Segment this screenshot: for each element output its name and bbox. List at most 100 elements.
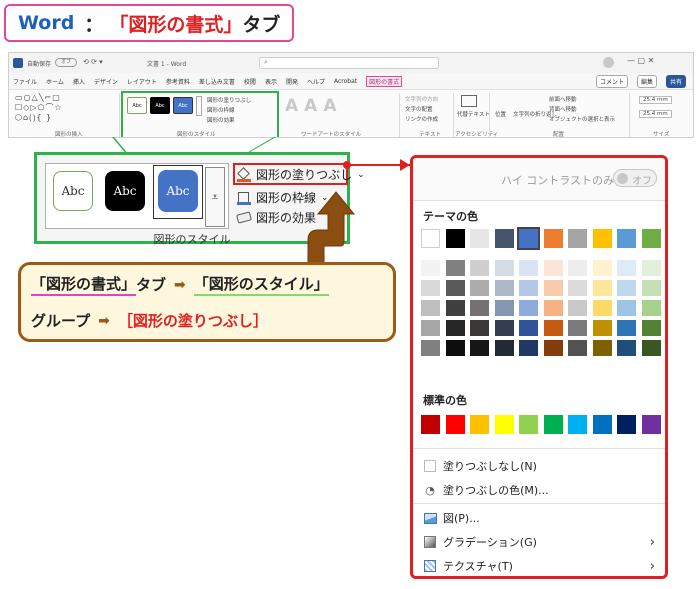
tab-view[interactable]: 表示 (265, 77, 277, 86)
theme-shade-swatch[interactable] (445, 260, 465, 276)
theme-shade-swatch[interactable] (592, 340, 612, 356)
theme-shade-swatch[interactable] (568, 280, 587, 296)
search-input[interactable]: ⌕ (259, 57, 439, 69)
theme-shade-swatch[interactable] (519, 340, 538, 356)
theme-shade-swatch[interactable] (421, 300, 440, 316)
theme-color-swatch[interactable] (421, 229, 440, 248)
theme-shade-swatch[interactable] (568, 320, 587, 336)
theme-shade-swatch[interactable] (470, 340, 489, 356)
tab-developer[interactable]: 開発 (286, 77, 298, 86)
quick-access-icons[interactable]: ⟲ ⟳ ▾ (83, 58, 103, 66)
tab-file[interactable]: ファイル (13, 77, 37, 86)
ribbon-fill-cmd[interactable]: 図形の塗りつぶし (207, 96, 251, 104)
standard-color-swatch[interactable] (470, 415, 489, 434)
theme-shade-swatch[interactable] (568, 260, 587, 276)
standard-color-swatch[interactable] (592, 415, 612, 434)
wordart-gallery[interactable]: AAA (285, 96, 342, 116)
tab-references[interactable]: 参考資料 (166, 77, 190, 86)
height-field[interactable]: 25.4 mm (639, 96, 672, 104)
theme-shade-swatch[interactable] (494, 320, 514, 336)
theme-shade-swatch[interactable] (494, 300, 514, 316)
standard-color-swatch[interactable] (494, 415, 514, 434)
theme-shade-swatch[interactable] (641, 280, 661, 296)
high-contrast-toggle[interactable]: オフ (613, 169, 657, 187)
gallery-expand-button[interactable]: ⩡ (205, 167, 225, 227)
tab-shape-format[interactable]: 図形の書式 (366, 75, 403, 87)
theme-shade-swatch[interactable] (617, 300, 636, 316)
theme-shade-swatch[interactable] (617, 260, 636, 276)
theme-color-swatch[interactable] (494, 229, 514, 248)
theme-color-swatch[interactable] (445, 229, 465, 248)
theme-shade-swatch[interactable] (519, 320, 538, 336)
theme-shade-swatch[interactable] (445, 340, 465, 356)
style-gallery-more-button[interactable] (196, 96, 202, 116)
theme-color-swatch[interactable] (568, 229, 587, 248)
theme-shade-swatch[interactable] (470, 300, 489, 316)
no-fill-item[interactable]: 塗りつぶしなし(N) (423, 454, 663, 478)
style-swatch-black[interactable]: Abc (105, 171, 145, 211)
theme-color-swatch[interactable] (470, 229, 489, 248)
theme-shade-swatch[interactable] (592, 300, 612, 316)
style-swatch-outline[interactable]: Abc (53, 171, 93, 211)
theme-shade-swatch[interactable] (470, 280, 489, 296)
picture-item[interactable]: 図(P)... (423, 506, 663, 530)
theme-shade-swatch[interactable] (421, 280, 440, 296)
autosave-toggle[interactable]: オフ (55, 58, 77, 67)
width-field[interactable]: 25.4 mm (639, 110, 672, 118)
gradient-item[interactable]: グラデーション(G) › (423, 530, 663, 554)
theme-shade-swatch[interactable] (494, 260, 514, 276)
tab-insert[interactable]: 挿入 (73, 77, 85, 86)
theme-shade-swatch[interactable] (543, 260, 563, 276)
standard-color-swatch[interactable] (445, 415, 465, 434)
theme-shade-swatch[interactable] (519, 300, 538, 316)
theme-shade-swatch[interactable] (543, 320, 563, 336)
style-swatch-3[interactable]: Abc (173, 97, 193, 114)
comment-button[interactable]: コメント (595, 74, 628, 88)
theme-shade-swatch[interactable] (445, 320, 465, 336)
theme-color-swatch[interactable] (592, 229, 612, 248)
theme-shade-swatch[interactable] (617, 320, 636, 336)
theme-shade-swatch[interactable] (543, 280, 563, 296)
style-swatch-2[interactable]: Abc (150, 97, 170, 114)
tab-acrobat[interactable]: Acrobat (334, 78, 357, 85)
theme-shade-swatch[interactable] (519, 280, 538, 296)
theme-shade-swatch[interactable] (592, 280, 612, 296)
ribbon-effect-cmd[interactable]: 図形の効果 (207, 116, 235, 124)
theme-shade-swatch[interactable] (592, 260, 612, 276)
window-controls[interactable]: — ▢ ✕ (627, 56, 654, 65)
theme-shade-swatch[interactable] (641, 300, 661, 316)
standard-color-swatch[interactable] (543, 415, 563, 434)
more-colors-item[interactable]: ◔ 塗りつぶしの色(M)... (423, 478, 663, 502)
tab-mailings[interactable]: 差し込み文書 (199, 77, 235, 86)
theme-shade-swatch[interactable] (519, 260, 538, 276)
tab-layout[interactable]: レイアウト (127, 77, 157, 86)
theme-shade-swatch[interactable] (543, 300, 563, 316)
standard-color-swatch[interactable] (617, 415, 636, 434)
bring-forward-cmd[interactable]: 前面へ移動 (549, 95, 577, 103)
theme-shade-swatch[interactable] (494, 340, 514, 356)
shape-gallery[interactable]: ▭○△╲⌐▢ ☐◇▷⬠⌒☆ ⬡⌂⟮⟯{ } (15, 93, 91, 127)
share-button[interactable]: 共有 (665, 74, 686, 88)
standard-color-swatch[interactable] (421, 415, 440, 434)
theme-shade-swatch[interactable] (421, 320, 440, 336)
tab-design[interactable]: デザイン (94, 77, 118, 86)
create-link-cmd[interactable]: リンクの作成 (405, 115, 438, 123)
texture-item[interactable]: テクスチャ(T) › (423, 554, 663, 576)
position-button[interactable]: 位置 (495, 110, 506, 118)
theme-shade-swatch[interactable] (470, 260, 489, 276)
theme-shade-swatch[interactable] (494, 280, 514, 296)
theme-shade-swatch[interactable] (641, 320, 661, 336)
theme-color-swatch[interactable] (617, 229, 636, 248)
theme-color-swatch[interactable] (543, 229, 563, 248)
theme-shade-swatch[interactable] (617, 280, 636, 296)
theme-shade-swatch[interactable] (641, 340, 661, 356)
send-backward-cmd[interactable]: 背面へ移動 (549, 105, 577, 113)
theme-shade-swatch[interactable] (568, 300, 587, 316)
style-swatch-blue[interactable]: Abc (158, 170, 198, 212)
text-align-cmd[interactable]: 文字の配置 (405, 105, 433, 113)
theme-shade-swatch[interactable] (421, 260, 440, 276)
theme-shade-swatch[interactable] (641, 260, 661, 276)
selection-pane-cmd[interactable]: オブジェクトの選択と表示 (549, 115, 615, 123)
alt-text-button[interactable]: 代替テキスト (457, 110, 490, 118)
theme-shade-swatch[interactable] (470, 320, 489, 336)
